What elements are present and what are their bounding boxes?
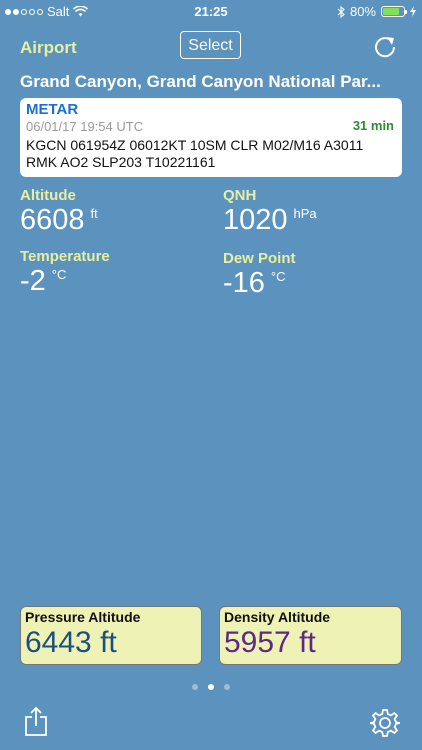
temperature-label: Temperature <box>20 248 110 265</box>
pressure-altitude-label: Pressure Altitude <box>25 609 141 625</box>
density-altitude-label: Density Altitude <box>224 609 331 625</box>
metar-label: METAR <box>26 101 79 118</box>
dew-point-value-row: -16 °C <box>223 267 296 300</box>
temperature-value: -2 <box>20 265 46 297</box>
pressure-altitude-card: Pressure Altitude 6443 ft <box>20 606 202 665</box>
battery-icon <box>381 6 407 17</box>
refresh-icon[interactable] <box>372 34 398 60</box>
qnh-label: QNH <box>223 187 257 204</box>
density-altitude-card: Density Altitude 5957 ft <box>219 606 402 665</box>
density-altitude-value: 5957 ft <box>224 626 316 659</box>
share-icon[interactable] <box>23 706 49 736</box>
pressure-altitude-value: 6443 ft <box>25 626 117 659</box>
altitude-block: Altitude 6608 ft <box>20 187 98 237</box>
dew-point-block: Dew Point -16 °C <box>223 250 296 300</box>
qnh-value: 1020 <box>223 204 288 236</box>
dew-point-value: -16 <box>223 267 265 299</box>
temperature-value-row: -2 °C <box>20 265 110 298</box>
page-dot[interactable] <box>224 684 230 690</box>
page-indicator[interactable] <box>0 684 422 690</box>
dew-point-unit: °C <box>270 269 286 284</box>
altitude-unit: ft <box>90 206 98 221</box>
temperature-unit: °C <box>51 267 67 282</box>
altitude-value: 6608 <box>20 204 85 236</box>
airport-name: Grand Canyon, Grand Canyon National Par.… <box>20 72 381 91</box>
altitude-label: Altitude <box>20 187 76 204</box>
temperature-block: Temperature -2 °C <box>20 248 110 298</box>
altitude-value-row: 6608 ft <box>20 204 98 237</box>
metar-age: 31 min <box>352 118 394 133</box>
gear-icon[interactable] <box>370 708 400 738</box>
qnh-unit: hPa <box>293 206 317 221</box>
dew-point-label: Dew Point <box>223 250 296 267</box>
page-title: Airport <box>20 38 77 57</box>
bluetooth-icon <box>337 5 345 18</box>
qnh-block: QNH 1020 hPa <box>223 187 317 237</box>
metar-card: METAR 06/01/17 19:54 UTC 31 min KGCN 061… <box>20 98 402 177</box>
metar-info-row: 06/01/17 19:54 UTC 31 min <box>26 118 396 134</box>
status-right: 80% <box>337 4 416 19</box>
status-bar: Salt 21:25 80% <box>0 0 422 22</box>
page-dot[interactable] <box>192 684 198 690</box>
metar-timestamp: 06/01/17 19:54 UTC <box>26 119 144 134</box>
qnh-value-row: 1020 hPa <box>223 204 317 237</box>
metar-raw-text: KGCN 061954Z 06012KT 10SM CLR M02/M16 A3… <box>26 137 364 170</box>
select-airport-button[interactable]: Select <box>180 31 241 59</box>
charging-bolt-icon <box>410 6 416 17</box>
page-dot[interactable] <box>208 684 214 690</box>
battery-percent: 80% <box>349 4 376 19</box>
